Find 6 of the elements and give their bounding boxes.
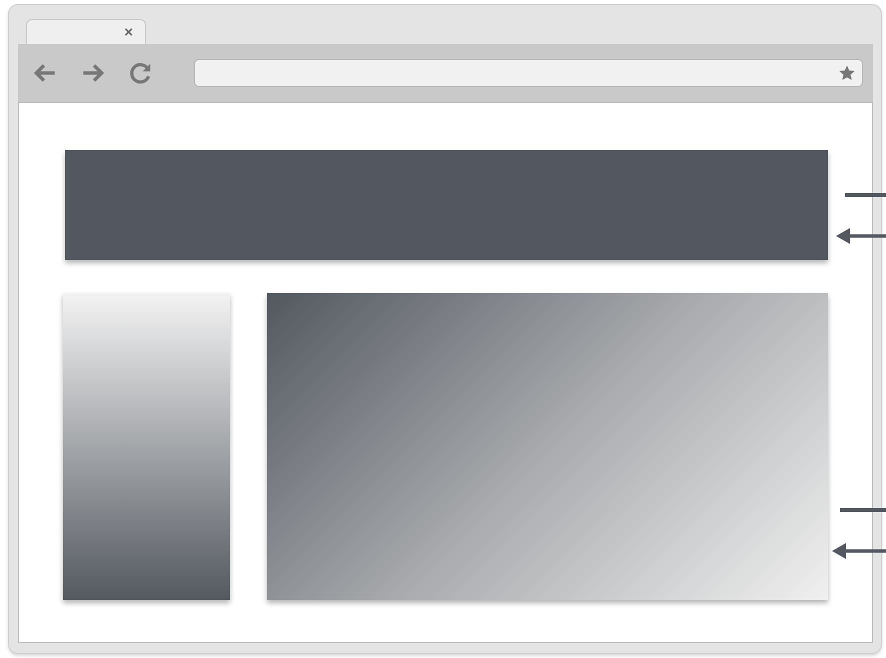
star-icon[interactable] xyxy=(838,64,856,82)
address-bar[interactable] xyxy=(194,59,863,87)
arrow-icon xyxy=(832,542,886,560)
arrow-icon xyxy=(836,227,886,245)
tab-close-button[interactable]: × xyxy=(124,24,133,40)
browser-tab[interactable]: × xyxy=(26,19,146,44)
